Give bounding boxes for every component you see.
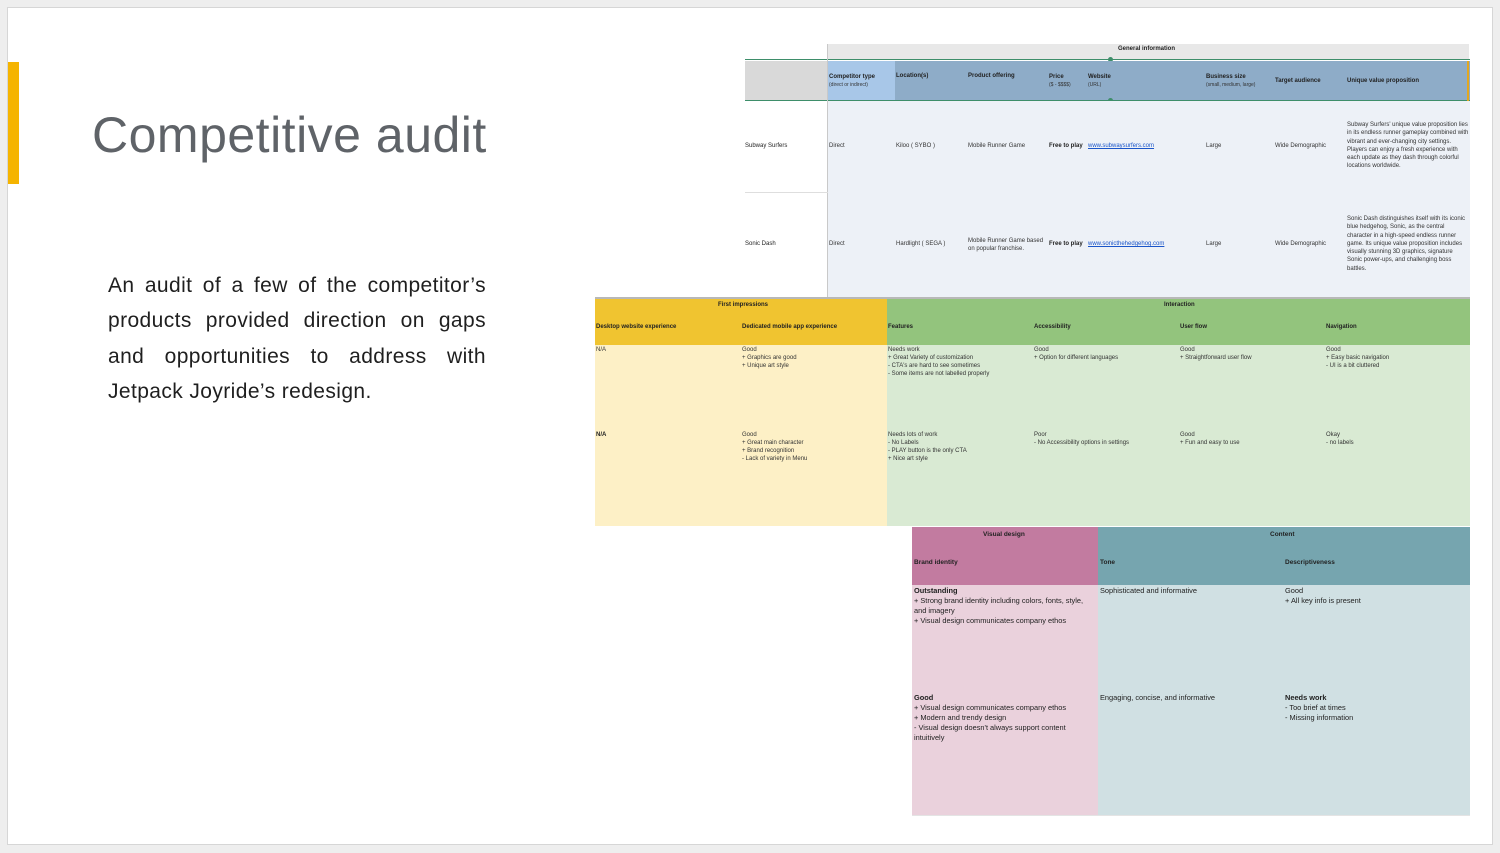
- header-competitor-type: Competitor type: [829, 74, 876, 80]
- header-tone: Tone: [1100, 559, 1116, 566]
- slide-description: An audit of a few of the competitor’s pr…: [108, 274, 486, 404]
- price: Free to play: [1049, 143, 1083, 149]
- competitor-location: Kiloo ( SYBO ): [896, 143, 936, 149]
- header-competitor-type-sub: (direct or indirect): [829, 82, 868, 88]
- content-group-header: Content: [1270, 531, 1295, 538]
- header-price-sub: ($ - $$$$): [1049, 82, 1071, 88]
- tone: Sophisticated and informative: [1100, 586, 1197, 595]
- visual-design-group-header: Visual design: [983, 531, 1025, 538]
- header-business-size: Business size: [1206, 74, 1246, 80]
- descriptiveness-rating: Good: [1285, 586, 1304, 595]
- brand-identity-notes: + Visual design communicates company eth…: [914, 703, 1067, 742]
- header-product-offering: Product offering: [968, 73, 1015, 79]
- header-features: Features: [888, 324, 914, 330]
- website-link[interactable]: www.sonicthehedgehog.com: [1088, 241, 1164, 247]
- header-price: Price: [1049, 74, 1064, 80]
- desktop-experience: N/A: [596, 432, 607, 438]
- header-desktop-experience: Desktop website experience: [596, 324, 677, 330]
- slide-title: Competitive audit: [92, 107, 487, 163]
- desktop-experience: N/A: [596, 347, 607, 353]
- competitor-name: Subway Surfers: [745, 143, 788, 149]
- mobile-experience: Good + Great main character + Brand reco…: [742, 432, 808, 462]
- header-mobile-experience: Dedicated mobile app experience: [742, 324, 838, 330]
- descriptiveness-notes: - Too brief at times - Missing informati…: [1285, 703, 1354, 722]
- brand-identity-notes: + Strong brand identity including colors…: [914, 596, 1084, 625]
- header-website: Website: [1088, 74, 1111, 80]
- header-target-audience: Target audience: [1275, 78, 1321, 84]
- features: Needs lots of work - No Labels - PLAY bu…: [888, 432, 967, 462]
- header-brand-identity: Brand identity: [914, 559, 958, 566]
- product-offering: Mobile Runner Game: [968, 143, 1026, 149]
- accessibility: Good + Option for different languages: [1034, 347, 1119, 361]
- accent-bar: [8, 62, 19, 184]
- header-accessibility: Accessibility: [1034, 324, 1071, 330]
- header-business-size-sub: (small, medium, large): [1206, 82, 1256, 88]
- header-unique-value-proposition: Unique value proposition: [1347, 78, 1420, 84]
- business-size: Large: [1206, 143, 1222, 149]
- header-website-sub: (URL): [1088, 82, 1102, 88]
- header-descriptiveness: Descriptiveness: [1285, 559, 1335, 566]
- features: Needs work + Great Variety of customizat…: [888, 347, 990, 377]
- target-audience: Wide Demographic: [1275, 143, 1327, 149]
- price: Free to play: [1049, 241, 1083, 247]
- business-size: Large: [1206, 241, 1222, 247]
- descriptiveness-rating: Needs work: [1285, 693, 1327, 702]
- tone: Engaging, concise, and informative: [1100, 693, 1216, 702]
- website-link[interactable]: www.subwaysurfers.com: [1088, 143, 1154, 149]
- product-offering: Mobile Runner Game based on popular fran…: [968, 238, 1044, 253]
- descriptiveness-notes: + All key info is present: [1285, 596, 1361, 605]
- header-navigation: Navigation: [1326, 324, 1357, 330]
- navigation: Okay - no labels: [1326, 432, 1354, 446]
- user-flow: Good + Straightforward user flow: [1180, 347, 1252, 361]
- target-audience: Wide Demographic: [1275, 241, 1327, 247]
- user-flow: Good + Fun and easy to use: [1180, 432, 1240, 446]
- navigation: Good + Easy basic navigation - UI is a b…: [1326, 347, 1390, 369]
- competitor-type: Direct: [829, 241, 845, 247]
- first-impressions-group-header: First impressions: [718, 302, 769, 308]
- interaction-group-header: Interaction: [1164, 302, 1195, 308]
- competitor-location: Hardlight ( SEGA ): [896, 241, 946, 247]
- unique-value-proposition: Sonic Dash distinguishes itself with its…: [1347, 216, 1466, 272]
- header-user-flow: User flow: [1180, 324, 1208, 330]
- header-location: Location(s): [896, 73, 929, 79]
- competitor-name: Sonic Dash: [745, 241, 776, 247]
- competitor-type: Direct: [829, 143, 845, 149]
- mobile-experience: Good + Graphics are good + Unique art st…: [742, 347, 797, 369]
- brand-identity-rating: Outstanding: [914, 586, 958, 595]
- unique-value-proposition: Subway Surfers' unique value proposition…: [1347, 122, 1469, 170]
- brand-identity-rating: Good: [914, 693, 934, 702]
- general-group-header: General information: [1118, 46, 1176, 52]
- accessibility: Poor - No Accessibility options in setti…: [1034, 432, 1130, 446]
